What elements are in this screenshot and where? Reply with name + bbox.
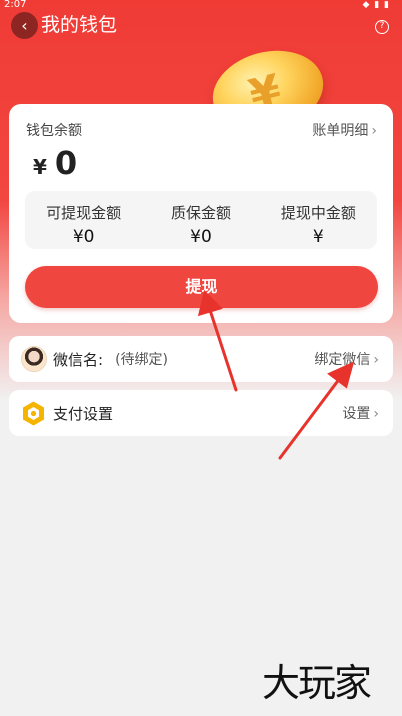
wallet-card: 钱包余额 账单明细 › ¥ 0 可提现金额 ¥0 质保金额 ¥0 提现中金额 ¥ … xyxy=(9,104,393,323)
currency-symbol: ¥ xyxy=(33,155,47,179)
bill-detail-label: 账单明细 xyxy=(312,123,369,139)
settings-label: 设置 xyxy=(342,406,371,422)
avatar xyxy=(21,346,47,372)
withdraw-button[interactable]: 提现 xyxy=(25,266,378,308)
stat-label: 可提现金额 xyxy=(46,204,122,222)
stat-value: ¥0 xyxy=(190,227,212,247)
question-circle-icon: ? xyxy=(379,21,385,31)
payment-settings-label: 支付设置 xyxy=(53,404,114,423)
wechat-binding-row[interactable]: 微信名: (待绑定) 绑定微信 › xyxy=(9,336,393,382)
stats-panel: 可提现金额 ¥0 质保金额 ¥0 提现中金额 ¥ xyxy=(25,191,377,249)
chevron-right-icon: › xyxy=(373,352,379,368)
watermark-logo: 大玩家 xyxy=(262,661,372,705)
balance-label: 钱包余额 xyxy=(26,123,82,139)
page-title: 我的钱包 xyxy=(41,14,118,36)
help-button[interactable]: ? xyxy=(375,20,389,34)
status-icons: ◆ ▮ ▮ xyxy=(362,0,390,10)
chevron-left-icon: ‹ xyxy=(21,16,28,35)
settings-link[interactable]: 设置 › xyxy=(342,403,379,423)
status-bar: 2:07 ◆ ▮ ▮ xyxy=(0,0,402,12)
stat-deposit: 质保金额 ¥0 xyxy=(142,191,259,249)
chevron-right-icon: › xyxy=(371,123,377,139)
balance-value: 0 xyxy=(54,144,78,182)
payment-settings-row[interactable]: 支付设置 设置 › xyxy=(9,390,393,436)
bill-detail-link[interactable]: 账单明细 › xyxy=(312,120,377,140)
stat-label: 质保金额 xyxy=(170,204,231,222)
stat-value: ¥0 xyxy=(72,227,95,247)
stat-label: 提现中金额 xyxy=(280,204,356,222)
stat-withdrawable: 可提现金额 ¥0 xyxy=(25,191,142,249)
balance-amount: ¥ 0 xyxy=(33,144,77,182)
stat-pending: 提现中金额 ¥ xyxy=(260,191,377,249)
bind-wechat-link[interactable]: 绑定微信 › xyxy=(314,349,379,369)
bind-wechat-label: 绑定微信 xyxy=(314,352,371,368)
wechat-name-label: 微信名: xyxy=(53,350,104,369)
chevron-right-icon: › xyxy=(373,406,379,422)
wechat-status: (待绑定) xyxy=(115,352,168,368)
hexagon-settings-icon xyxy=(23,401,44,425)
back-button[interactable]: ‹ xyxy=(11,12,38,39)
status-time: 2:07 xyxy=(4,0,27,10)
stat-value: ¥ xyxy=(312,227,324,247)
